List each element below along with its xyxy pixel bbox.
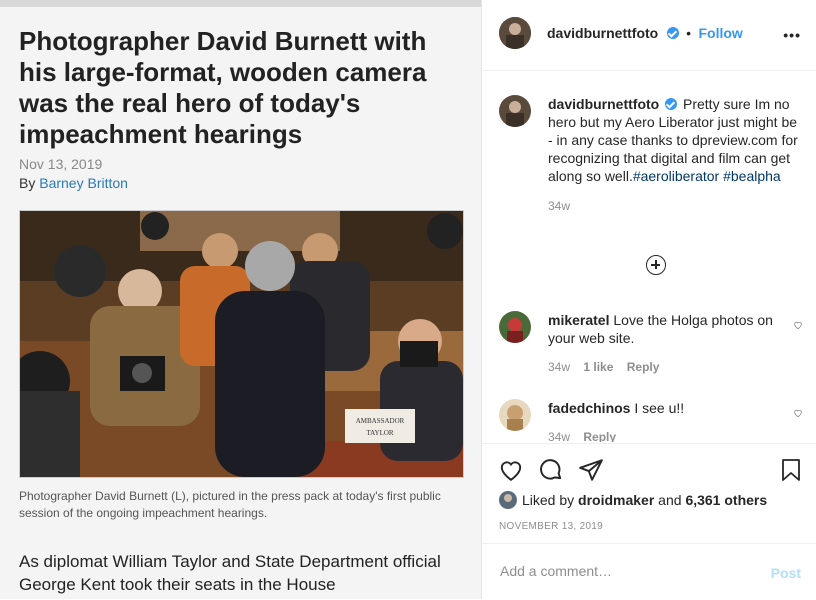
comment-meta: 34w 1 like Reply	[548, 358, 788, 376]
article-headline: Photographer David Burnett with his larg…	[19, 26, 427, 149]
nameplate-line1: AMBASSADOR	[356, 417, 405, 425]
comment-icon[interactable]	[538, 457, 564, 483]
share-icon[interactable]	[578, 457, 604, 483]
comment-item: fadedchinos I see u!! 34w Reply	[548, 399, 788, 442]
post-header: davidburnettfoto • Follow •••	[482, 0, 816, 71]
avatar-photo	[499, 491, 517, 509]
post-username[interactable]: davidburnettfoto	[547, 25, 658, 41]
avatar[interactable]	[499, 17, 531, 49]
nameplate-line2: TAYLOR	[366, 429, 394, 437]
liker-avatar	[499, 491, 517, 509]
heart-icon[interactable]	[498, 457, 524, 483]
avatar-photo	[499, 399, 531, 431]
comment-likes[interactable]: 1 like	[583, 360, 613, 374]
avatar-photo	[499, 311, 531, 343]
hashtag-link[interactable]: #aeroliberator	[633, 168, 719, 184]
add-comment-bar: Post	[482, 543, 816, 600]
comment-age: 34w	[548, 430, 571, 442]
comment-username[interactable]: fadedchinos	[548, 400, 630, 416]
comment-avatar[interactable]	[499, 399, 531, 431]
separator-dot: •	[686, 25, 692, 41]
reply-button[interactable]: Reply	[627, 360, 660, 374]
avatar-photo	[499, 95, 531, 127]
post-comment-button[interactable]: Post	[771, 565, 801, 581]
post-header-line: davidburnettfoto • Follow	[547, 25, 743, 43]
caption-avatar[interactable]	[499, 95, 531, 127]
liked-by-and: and	[654, 492, 686, 508]
more-options-icon[interactable]: •••	[783, 27, 801, 43]
comment-input[interactable]	[498, 562, 752, 580]
article-byline: By Barney Britton	[19, 175, 128, 191]
comment-item: mikeratel Love the Holga photos on your …	[548, 311, 788, 376]
bookmark-icon[interactable]	[779, 457, 803, 483]
post-caption: davidburnettfoto Pretty sure Im no hero …	[548, 95, 798, 215]
caption-age: 34w	[548, 199, 571, 213]
article-author: Barney Britton	[39, 175, 128, 191]
comment-text: I see u!!	[634, 400, 685, 416]
byline-prefix: By	[19, 175, 40, 191]
like-comment-heart-icon[interactable]	[793, 320, 803, 330]
hashtag-link[interactable]: #bealpha	[723, 168, 781, 184]
verified-badge-icon	[665, 98, 678, 110]
plus-circle-icon[interactable]	[646, 255, 666, 275]
liked-by: Liked by droidmaker and 6,361 others	[499, 491, 767, 509]
article-top-bar	[0, 0, 481, 7]
verified-badge-icon	[666, 27, 679, 39]
comment-scroll-clip: fadedchinos I see u!! 34w Reply	[482, 390, 816, 442]
article-date: Nov 13, 2019	[19, 156, 103, 172]
avatar-photo	[499, 17, 531, 49]
comment-avatar[interactable]	[499, 311, 531, 343]
article-body: As diplomat William Taylor and State Dep…	[19, 552, 441, 594]
liked-by-others[interactable]: 6,361 others	[685, 492, 767, 508]
article-image: Photographer David Burnett with his larg…	[0, 0, 481, 599]
comment-meta: 34w Reply	[548, 428, 788, 442]
caption-username[interactable]: davidburnettfoto	[548, 96, 659, 112]
press-pack-photo: AMBASSADOR TAYLOR	[20, 211, 463, 477]
liked-by-user[interactable]: droidmaker	[578, 492, 654, 508]
instagram-panel: davidburnettfoto • Follow ••• davidburne…	[481, 0, 816, 599]
comment-username[interactable]: mikeratel	[548, 312, 609, 328]
photo-caption: Photographer David Burnett (L), pictured…	[19, 489, 441, 520]
article-photo: AMBASSADOR TAYLOR	[19, 210, 464, 478]
reply-button[interactable]: Reply	[583, 430, 616, 442]
liked-by-prefix: Liked by	[522, 492, 579, 508]
comment-age: 34w	[548, 360, 571, 374]
follow-button[interactable]: Follow	[698, 25, 742, 41]
like-comment-heart-icon[interactable]	[793, 408, 803, 418]
post-date: NOVEMBER 13, 2019	[499, 521, 604, 532]
